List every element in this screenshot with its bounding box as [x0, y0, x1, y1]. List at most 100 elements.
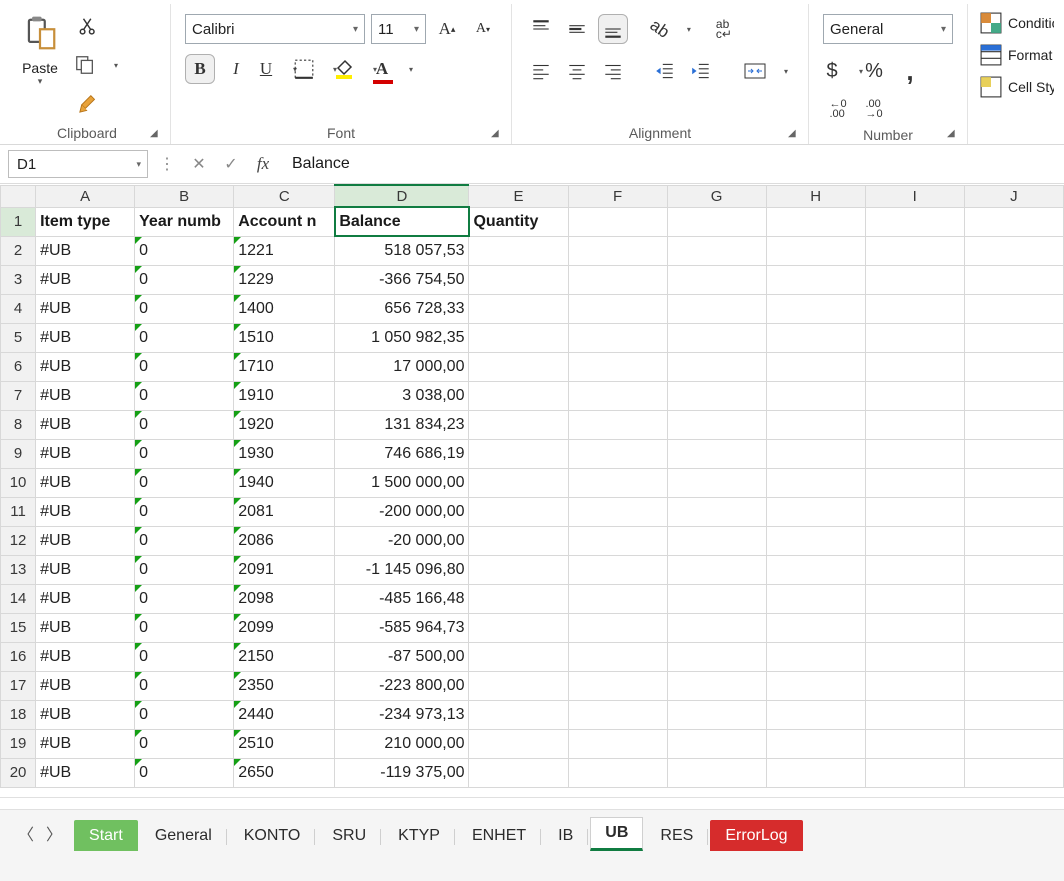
cell[interactable] — [667, 729, 766, 758]
cell[interactable] — [469, 642, 568, 671]
name-box[interactable]: D1 ▾ — [8, 150, 148, 178]
cell[interactable] — [568, 352, 667, 381]
cell[interactable] — [865, 729, 964, 758]
cell[interactable]: 0 — [135, 584, 234, 613]
dialog-launcher-icon[interactable]: ◢ — [150, 128, 164, 142]
cell[interactable] — [865, 526, 964, 555]
cell[interactable] — [667, 468, 766, 497]
col-header[interactable]: F — [568, 185, 667, 207]
cell[interactable]: -1 145 096,80 — [335, 555, 469, 584]
cell[interactable]: 1910 — [234, 381, 335, 410]
cell[interactable] — [865, 700, 964, 729]
cell[interactable]: -485 166,48 — [335, 584, 469, 613]
cell[interactable] — [766, 207, 865, 236]
cell[interactable] — [865, 265, 964, 294]
increase-indent-button[interactable] — [686, 56, 716, 86]
cell[interactable]: Quantity — [469, 207, 568, 236]
font-name-dropdown[interactable]: Calibri ▾ — [185, 14, 365, 44]
cell[interactable]: 0 — [135, 642, 234, 671]
cell[interactable] — [766, 323, 865, 352]
cell[interactable] — [469, 671, 568, 700]
cell[interactable] — [667, 671, 766, 700]
row-header[interactable]: 12 — [1, 526, 36, 555]
row-header[interactable]: 8 — [1, 410, 36, 439]
row-header[interactable]: 19 — [1, 729, 36, 758]
cell[interactable] — [568, 729, 667, 758]
cell[interactable] — [766, 526, 865, 555]
cell[interactable] — [667, 584, 766, 613]
align-top-button[interactable] — [526, 14, 556, 44]
cell[interactable] — [865, 584, 964, 613]
cell[interactable] — [568, 700, 667, 729]
formula-more-button[interactable]: ⋮ — [154, 151, 180, 177]
font-size-dropdown[interactable]: 11 ▾ — [371, 14, 426, 44]
cell[interactable] — [667, 265, 766, 294]
cell[interactable]: 2086 — [234, 526, 335, 555]
cell[interactable] — [469, 410, 568, 439]
increase-decimal-button[interactable]: ←0.00 — [823, 94, 853, 124]
cell[interactable]: 131 834,23 — [335, 410, 469, 439]
cell[interactable]: 0 — [135, 265, 234, 294]
row-header[interactable]: 14 — [1, 584, 36, 613]
cell[interactable] — [964, 439, 1063, 468]
col-header[interactable]: B — [135, 185, 234, 207]
cell[interactable] — [964, 352, 1063, 381]
cell[interactable]: 0 — [135, 352, 234, 381]
align-center-button[interactable] — [562, 56, 592, 86]
cell[interactable] — [964, 497, 1063, 526]
cell[interactable]: 17 000,00 — [335, 352, 469, 381]
col-header[interactable]: I — [865, 185, 964, 207]
cell[interactable] — [766, 352, 865, 381]
cell[interactable] — [964, 555, 1063, 584]
bold-button[interactable]: B — [185, 54, 215, 84]
cell[interactable]: 0 — [135, 468, 234, 497]
cell[interactable]: 2099 — [234, 613, 335, 642]
cell[interactable] — [964, 526, 1063, 555]
sheet-tab[interactable]: KTYP — [383, 820, 455, 851]
cell[interactable]: -20 000,00 — [335, 526, 469, 555]
cell[interactable]: #UB — [36, 265, 135, 294]
wrap-text-button[interactable]: abc↵ — [709, 14, 739, 44]
cell[interactable] — [469, 294, 568, 323]
col-header[interactable]: E — [469, 185, 568, 207]
cell[interactable]: 0 — [135, 294, 234, 323]
cell[interactable] — [667, 758, 766, 787]
cell[interactable] — [568, 323, 667, 352]
accounting-format-button[interactable]: $▾ — [823, 56, 853, 86]
cell[interactable]: #UB — [36, 294, 135, 323]
cell[interactable] — [568, 526, 667, 555]
cell[interactable] — [766, 758, 865, 787]
increase-font-button[interactable]: A▴ — [432, 14, 462, 44]
decrease-font-button[interactable]: A▾ — [468, 14, 498, 44]
cell[interactable] — [964, 323, 1063, 352]
comma-format-button[interactable]: , — [895, 56, 925, 86]
cell[interactable] — [766, 671, 865, 700]
cell[interactable]: -234 973,13 — [335, 700, 469, 729]
sheet-tab[interactable]: RES — [645, 820, 708, 851]
col-header[interactable]: G — [667, 185, 766, 207]
sheet-tab[interactable]: SRU — [317, 820, 381, 851]
cell[interactable] — [865, 352, 964, 381]
cell[interactable]: 1221 — [234, 236, 335, 265]
cell[interactable]: 0 — [135, 497, 234, 526]
row-header[interactable]: 18 — [1, 700, 36, 729]
cell[interactable] — [568, 439, 667, 468]
cell[interactable]: -223 800,00 — [335, 671, 469, 700]
cell[interactable] — [766, 642, 865, 671]
cell[interactable] — [667, 526, 766, 555]
cell[interactable]: 0 — [135, 236, 234, 265]
cell[interactable]: Year numb — [135, 207, 234, 236]
cell[interactable] — [667, 352, 766, 381]
cell[interactable] — [667, 294, 766, 323]
cell[interactable] — [964, 758, 1063, 787]
cell[interactable]: #UB — [36, 555, 135, 584]
cell[interactable] — [964, 265, 1063, 294]
cell[interactable] — [964, 642, 1063, 671]
cell[interactable] — [865, 381, 964, 410]
row-header[interactable]: 10 — [1, 468, 36, 497]
borders-button[interactable]: ▾ — [293, 54, 327, 84]
cell[interactable] — [766, 613, 865, 642]
cell[interactable]: 2510 — [234, 729, 335, 758]
sheet-tab[interactable]: General — [140, 820, 227, 851]
row-header[interactable]: 20 — [1, 758, 36, 787]
